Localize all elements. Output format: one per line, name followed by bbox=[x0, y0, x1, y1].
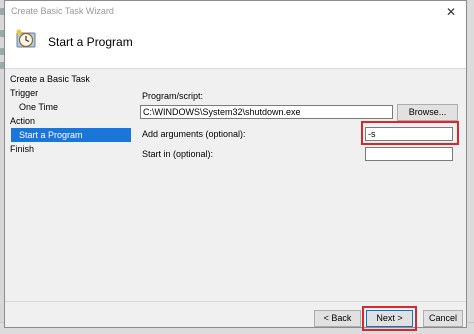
start-in-input[interactable] bbox=[365, 147, 453, 161]
back-button[interactable]: < Back bbox=[314, 310, 361, 327]
step-one-time[interactable]: One Time bbox=[5, 100, 131, 114]
task-clock-icon bbox=[16, 29, 36, 48]
program-script-input[interactable]: C:\WINDOWS\System32\shutdown.exe bbox=[140, 105, 393, 119]
arguments-highlight-box bbox=[361, 121, 459, 145]
page-title: Start a Program bbox=[48, 35, 133, 49]
add-arguments-label: Add arguments (optional): bbox=[142, 129, 246, 139]
close-icon: ✕ bbox=[445, 4, 457, 19]
step-action[interactable]: Action bbox=[5, 114, 131, 128]
step-finish[interactable]: Finish bbox=[5, 142, 131, 156]
wizard-steps: Create a Basic Task Trigger One Time Act… bbox=[5, 72, 131, 156]
next-highlight-box bbox=[362, 306, 417, 331]
wizard-dialog: Create Basic Task Wizard ✕ Start a Progr… bbox=[4, 0, 467, 331]
start-in-label: Start in (optional): bbox=[142, 149, 214, 159]
cancel-button[interactable]: Cancel bbox=[423, 310, 463, 327]
step-create-basic-task[interactable]: Create a Basic Task bbox=[5, 72, 131, 86]
browse-button[interactable]: Browse... bbox=[397, 104, 458, 121]
close-button[interactable]: ✕ bbox=[436, 1, 466, 22]
footer-divider bbox=[5, 301, 466, 302]
window-title: Create Basic Task Wizard bbox=[11, 6, 114, 16]
title-bar: Create Basic Task Wizard ✕ bbox=[5, 1, 466, 22]
step-trigger[interactable]: Trigger bbox=[5, 86, 131, 100]
wizard-header: Start a Program bbox=[5, 22, 466, 69]
program-script-label: Program/script: bbox=[142, 91, 204, 101]
background-app-strip bbox=[467, 0, 474, 333]
step-start-a-program[interactable]: Start a Program bbox=[11, 128, 131, 142]
